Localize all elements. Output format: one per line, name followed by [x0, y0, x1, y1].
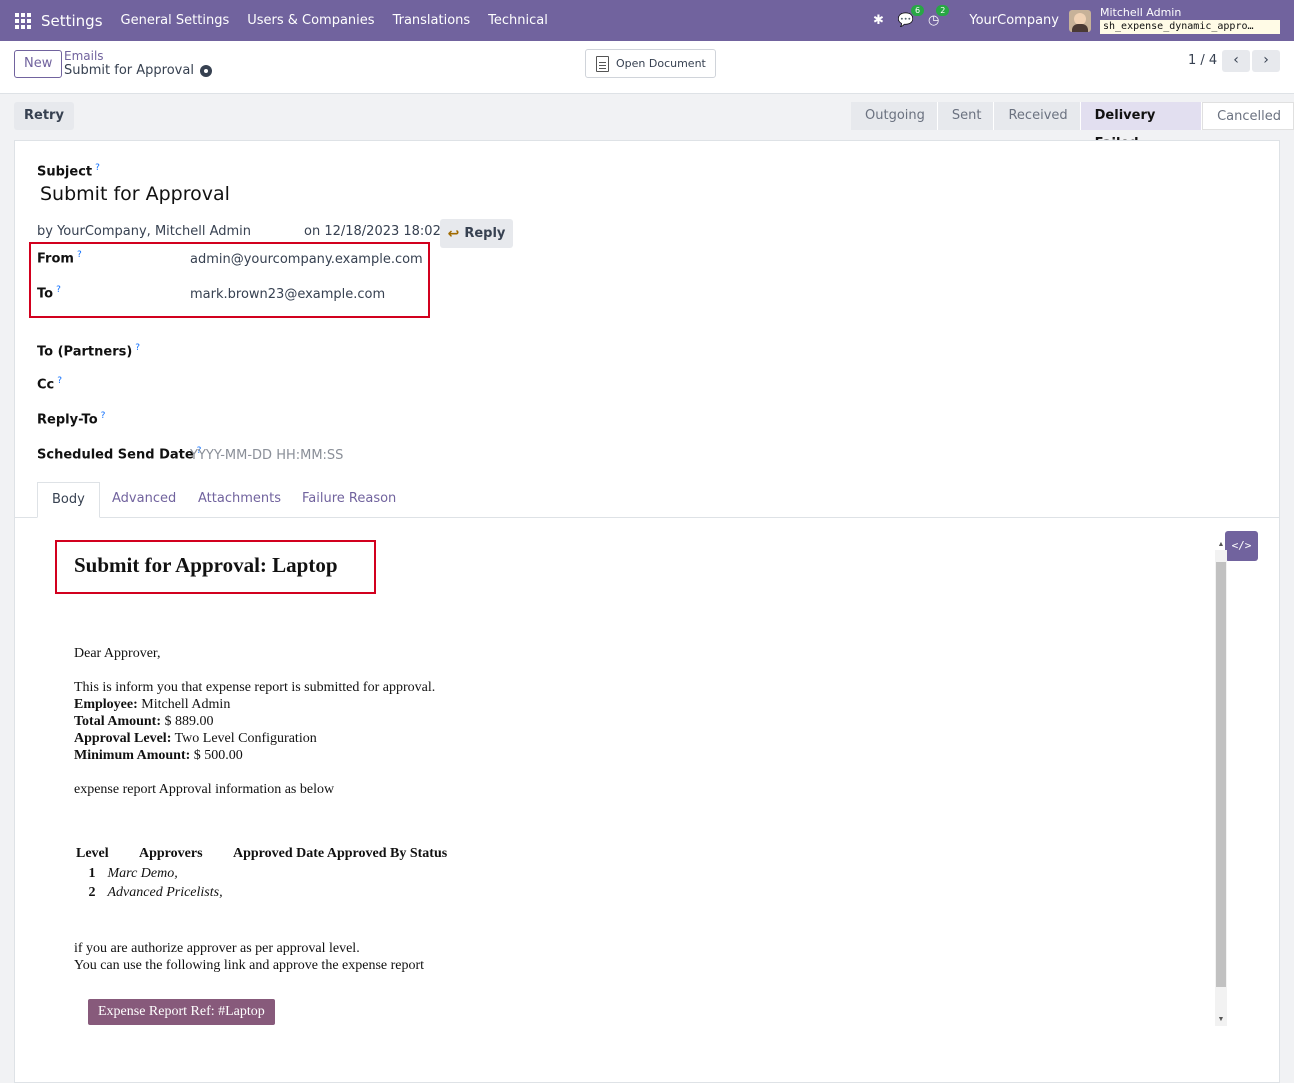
- notebook-tabs: Body Advanced Attachments Failure Reason: [15, 482, 1279, 518]
- from-field[interactable]: admin@yourcompany.example.com: [190, 252, 423, 267]
- cc-label: Cc?: [37, 376, 63, 393]
- retry-button[interactable]: Retry: [14, 102, 74, 130]
- record-title-text: Submit for Approval: [64, 63, 194, 78]
- apps-menu-icon[interactable]: [15, 12, 31, 29]
- date-text: on 12/18/2023 18:02:01: [304, 224, 462, 239]
- stage-sent[interactable]: Sent: [937, 102, 995, 130]
- breadcrumb-emails[interactable]: Emails: [64, 49, 104, 63]
- reply-icon: ↩: [447, 225, 460, 242]
- mail-employee: Employee: Mitchell Admin: [74, 697, 231, 712]
- status-bar: Outgoing Sent Received Delivery Failed C…: [851, 102, 1294, 151]
- menu-users-companies[interactable]: Users & Companies: [247, 13, 374, 28]
- database-name: sh_expense_dynamic_appro…: [1100, 20, 1280, 34]
- table-header-approvers: Approvers: [139, 846, 203, 861]
- mail-intro: This is inform you that expense report i…: [74, 680, 436, 695]
- gear-icon[interactable]: [199, 64, 212, 77]
- open-document-label: Open Document: [616, 57, 706, 70]
- bug-icon[interactable]: ✱: [873, 13, 884, 28]
- stage-outgoing[interactable]: Outgoing: [851, 102, 938, 130]
- table-row: 1 Marc Demo,: [88, 866, 178, 881]
- pager-previous-button[interactable]: ‹: [1222, 50, 1250, 72]
- mail-level: Approval Level: Two Level Configuration: [74, 731, 317, 746]
- reply-to-label: Reply-To?: [37, 411, 106, 428]
- mail-info: expense report Approval information as b…: [74, 782, 335, 797]
- table-header-status: Approved Date Approved By Status: [233, 846, 448, 861]
- top-navbar: Settings General Settings Users & Compan…: [0, 0, 1294, 41]
- company-switcher[interactable]: YourCompany: [969, 13, 1059, 28]
- mail-body-preview[interactable]: </> ▲ ▼ Submit for Approval: Laptop Dear…: [15, 518, 1279, 1083]
- user-avatar[interactable]: [1069, 9, 1091, 32]
- to-field[interactable]: mark.brown23@example.com: [190, 287, 385, 302]
- scroll-down-icon[interactable]: ▼: [1215, 1013, 1227, 1025]
- stage-cancelled[interactable]: Cancelled: [1202, 102, 1294, 130]
- document-icon: [596, 55, 609, 72]
- scheduled-date-label: Scheduled Send Date?: [37, 446, 202, 463]
- subject-value[interactable]: Submit for Approval: [40, 183, 230, 205]
- stage-received[interactable]: Received: [994, 102, 1081, 130]
- reply-label: Reply: [464, 226, 506, 241]
- expense-report-link-button[interactable]: Expense Report Ref: #Laptop: [88, 999, 275, 1025]
- tab-body[interactable]: Body: [37, 482, 100, 518]
- mail-greeting: Dear Approver,: [74, 646, 161, 661]
- reply-button[interactable]: ↩ Reply: [440, 219, 513, 248]
- table-row: 2 Advanced Pricelists,: [88, 885, 223, 900]
- menu-technical[interactable]: Technical: [488, 13, 548, 28]
- menu-translations[interactable]: Translations: [393, 13, 471, 28]
- stage-delivery-failed[interactable]: Delivery Failed: [1080, 102, 1203, 151]
- tab-attachments[interactable]: Attachments: [198, 482, 281, 518]
- scroll-up-icon[interactable]: ▲: [1215, 538, 1227, 550]
- subject-label: Subject?: [37, 163, 100, 180]
- form-sheet: Subject? Submit for Approval by YourComp…: [14, 140, 1280, 1083]
- record-title: Submit for Approval: [64, 63, 212, 78]
- activities-icon[interactable]: ◷ 2: [928, 5, 950, 28]
- to-partners-label: To (Partners)?: [37, 343, 141, 360]
- author-text: by YourCompany, Mitchell Admin: [37, 224, 252, 239]
- activities-badge: 2: [936, 5, 950, 16]
- to-label: To?: [37, 285, 61, 302]
- code-view-button[interactable]: </>: [1225, 531, 1258, 561]
- pager-value[interactable]: 1 / 4: [1188, 53, 1217, 68]
- tab-advanced[interactable]: Advanced: [112, 482, 176, 518]
- messages-badge: 6: [910, 5, 925, 16]
- app-name[interactable]: Settings: [41, 12, 103, 30]
- messages-icon[interactable]: 💬 6: [898, 5, 925, 28]
- control-panel: New Emails Submit for Approval Open Docu…: [0, 41, 1294, 94]
- mail-minimum: Minimum Amount: $ 500.00: [74, 748, 243, 763]
- scrollbar-thumb[interactable]: [1216, 562, 1226, 987]
- mail-closing-2: You can use the following link and appro…: [74, 958, 425, 973]
- menu-general-settings[interactable]: General Settings: [121, 13, 230, 28]
- user-name: Mitchell Admin: [1100, 6, 1182, 19]
- table-header-level: Level: [76, 846, 109, 861]
- open-document-button[interactable]: Open Document: [585, 49, 716, 78]
- mail-heading: Submit for Approval: Laptop: [74, 553, 338, 577]
- new-button[interactable]: New: [14, 50, 63, 78]
- from-label: From?: [37, 250, 82, 267]
- mail-closing-1: if you are authorize approver as per app…: [74, 941, 360, 956]
- user-menu[interactable]: Mitchell Admin sh_expense_dynamic_appro…: [1100, 7, 1280, 34]
- pager-next-button[interactable]: ›: [1252, 50, 1280, 72]
- mail-total: Total Amount: $ 889.00: [74, 714, 214, 729]
- tab-failure-reason[interactable]: Failure Reason: [302, 482, 396, 518]
- scheduled-date-input[interactable]: YYYY-MM-DD HH:MM:SS: [190, 448, 343, 463]
